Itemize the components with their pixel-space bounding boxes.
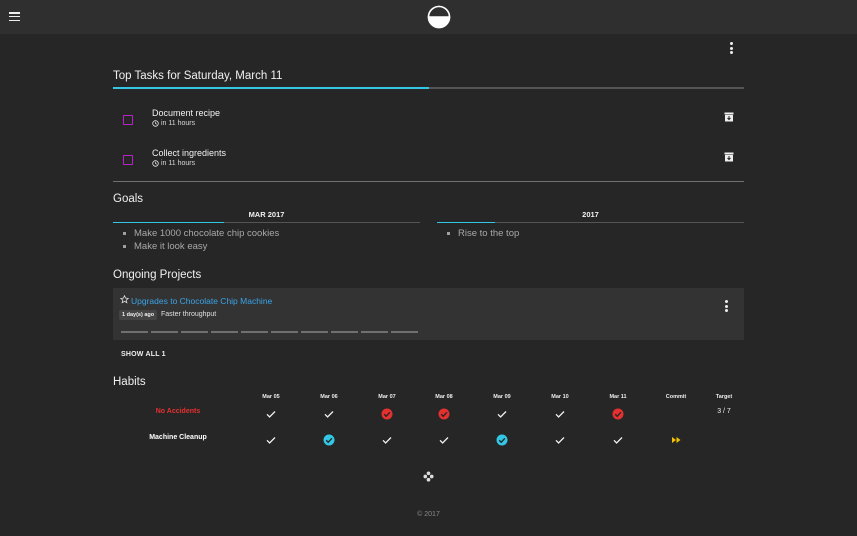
project-description: Faster throughput [161,311,217,318]
goals-year-progress [437,222,744,223]
checkmark-icon[interactable] [554,433,566,445]
habit-name[interactable]: No Accidents [118,408,238,415]
bullet-icon [447,232,450,235]
habit-date-header: Mar 05 [262,394,280,400]
goal-item: Rise to the top [447,228,519,239]
half-circle-logo-icon[interactable] [427,5,451,29]
archive-icon[interactable] [724,152,734,162]
task-due: in 11 hours [152,160,195,167]
milestone-segment [181,331,208,333]
habit-date-header: Mar 09 [493,394,511,400]
task-title: Collect ingredients [152,148,227,158]
clock-icon [152,160,159,167]
goals-year-progress-fill [437,222,496,223]
task-item: Collect ingredients in 11 hours [113,145,744,181]
checkmark-icon[interactable] [265,433,277,445]
milestone-segment [271,331,298,333]
task-checkbox[interactable] [123,155,133,165]
archive-icon[interactable] [724,112,734,122]
habit-date-header: Mar 10 [551,394,569,400]
milestone-segment [361,331,388,333]
milestone-segment [391,331,418,333]
checkmark-icon[interactable] [381,433,393,445]
goal-item: Make 1000 chocolate chip cookies [123,228,279,239]
checkmark-icon[interactable] [438,433,450,445]
done-check-circle-icon[interactable] [323,433,335,446]
goals-month-progress [113,222,420,223]
checkmark-icon[interactable] [265,407,277,419]
milestone-segment [331,331,358,333]
tasks-heading: Top Tasks for Saturday, March 11 [113,70,283,82]
habit-date-header: Mar 07 [378,394,396,400]
goals-heading: Goals [113,193,144,205]
goals-month-label: MAR 2017 [248,210,285,219]
bullet-icon [123,245,126,248]
project-more-options-icon[interactable] [722,300,730,314]
tasks-progress-fill [113,87,429,89]
task-title: Document recipe [152,108,221,118]
checkmark-icon[interactable] [323,407,335,419]
top-app-bar [0,0,857,34]
missed-check-circle-icon[interactable] [381,407,393,420]
hamburger-menu-icon[interactable] [9,12,20,22]
goal-text: Make it look easy [134,241,208,252]
star-icon[interactable] [120,295,129,304]
habit-target-header: Target [715,394,733,400]
milestone-segment [301,331,328,333]
project-title-link[interactable]: Upgrades to Chocolate Chip Machine [131,296,272,306]
show-all-projects-button[interactable]: SHOW ALL 1 [121,351,166,358]
fast-forward-icon[interactable] [670,433,682,445]
milestone-segment [151,331,178,333]
clock-icon [152,120,159,127]
milestone-segment [241,331,268,333]
goals-year-label: 2017 [582,210,599,219]
goal-text: Rise to the top [458,228,520,239]
habit-date-header: Mar 11 [609,394,627,400]
missed-check-circle-icon[interactable] [438,407,450,420]
bullet-icon [123,232,126,235]
checkmark-icon[interactable] [496,407,508,419]
checkmark-icon[interactable] [612,433,624,445]
goal-text: Make 1000 chocolate chip cookies [134,228,280,239]
task-checkbox[interactable] [123,115,133,125]
task-due: in 11 hours [152,120,195,127]
milestone-segment [211,331,238,333]
goal-item: Make it look easy [123,241,207,252]
section-divider [113,181,744,182]
missed-check-circle-icon[interactable] [612,407,624,420]
task-due-text: in 11 hours [161,160,196,167]
habit-date-header: Mar 06 [320,394,338,400]
project-card: Upgrades to Chocolate Chip Machine 1 day… [113,288,744,340]
milestone-segment [121,331,148,333]
done-check-circle-icon[interactable] [496,433,508,446]
habit-target: 3 / 7 [717,408,731,415]
habit-date-header: Mar 08 [435,394,453,400]
project-milestones [121,331,421,333]
tasks-progress-bar [113,87,744,89]
page-more-options-icon[interactable] [727,42,735,56]
footer-copyright: © 2017 [417,511,440,518]
habit-commit-header: Commit [665,394,687,400]
goals-month-progress-fill [113,222,224,223]
loading-spinner-icon [423,471,434,482]
projects-heading: Ongoing Projects [113,269,202,281]
habit-name[interactable]: Machine Cleanup [118,434,238,441]
task-item: Document recipe in 11 hours [113,105,744,141]
task-due-text: in 11 hours [161,120,196,127]
habits-heading: Habits [113,376,146,388]
checkmark-icon[interactable] [554,407,566,419]
project-age-badge: 1 day(s) ago [119,310,158,320]
